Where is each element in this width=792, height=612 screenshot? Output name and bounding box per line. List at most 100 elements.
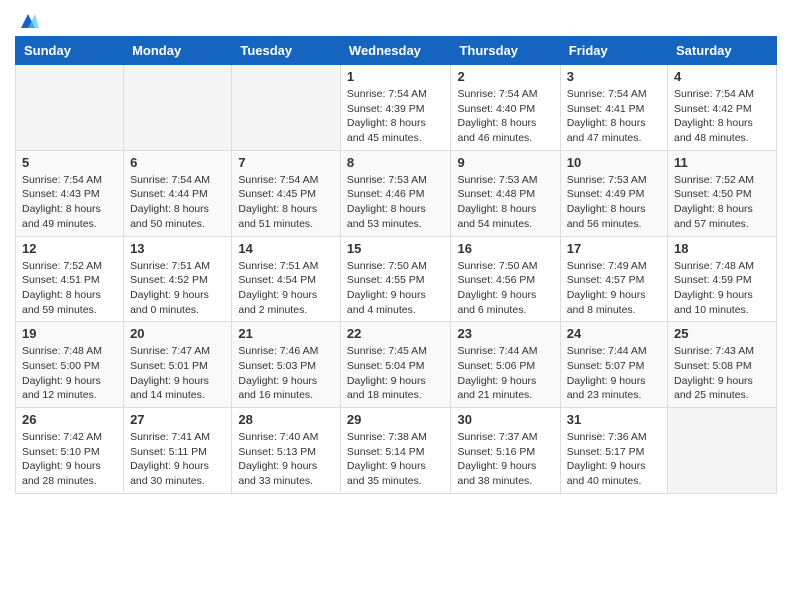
- weekday-header-friday: Friday: [560, 37, 667, 65]
- day-number: 2: [457, 69, 553, 84]
- calendar-cell: [16, 65, 124, 151]
- calendar-cell: 28 Sunrise: 7:40 AM Sunset: 5:13 PM Dayli…: [232, 408, 341, 494]
- day-number: 26: [22, 412, 117, 427]
- day-info: Sunrise: 7:54 AM Sunset: 4:42 PM Dayligh…: [674, 87, 770, 146]
- calendar-cell: 1 Sunrise: 7:54 AM Sunset: 4:39 PM Daylig…: [340, 65, 451, 151]
- calendar-cell: 9 Sunrise: 7:53 AM Sunset: 4:48 PM Daylig…: [451, 150, 560, 236]
- day-number: 27: [130, 412, 225, 427]
- calendar-cell: 29Sunrise: 7:38 AM Sunset: 5:14 PM Dayli…: [340, 408, 451, 494]
- weekday-header-saturday: Saturday: [668, 37, 777, 65]
- day-info: Sunrise: 7:52 AM Sunset: 4:51 PM Dayligh…: [22, 259, 117, 318]
- calendar-cell: 23 Sunrise: 7:44 AM Sunset: 5:06 PM Dayli…: [451, 322, 560, 408]
- day-number: 11: [674, 155, 770, 170]
- calendar-cell: 17Sunrise: 7:49 AM Sunset: 4:57 PM Dayli…: [560, 236, 667, 322]
- day-number: 4: [674, 69, 770, 84]
- day-number: 25: [674, 326, 770, 341]
- day-info: Sunrise: 7:48 AM Sunset: 4:59 PM Dayligh…: [674, 259, 770, 318]
- day-info: Sunrise: 7:54 AM Sunset: 4:39 PM Dayligh…: [347, 87, 445, 146]
- calendar-table: SundayMondayTuesdayWednesdayThursdayFrid…: [15, 36, 777, 494]
- day-number: 19: [22, 326, 117, 341]
- day-info: Sunrise: 7:47 AM Sunset: 5:01 PM Dayligh…: [130, 344, 225, 403]
- day-info: Sunrise: 7:54 AM Sunset: 4:40 PM Dayligh…: [457, 87, 553, 146]
- day-info: Sunrise: 7:45 AM Sunset: 5:04 PM Dayligh…: [347, 344, 445, 403]
- day-number: 1: [347, 69, 445, 84]
- calendar-cell: 20 Sunrise: 7:47 AM Sunset: 5:01 PM Dayli…: [124, 322, 232, 408]
- day-number: 12: [22, 241, 117, 256]
- day-number: 28: [238, 412, 334, 427]
- day-info: Sunrise: 7:48 AM Sunset: 5:00 PM Dayligh…: [22, 344, 117, 403]
- weekday-header-thursday: Thursday: [451, 37, 560, 65]
- day-number: 29: [347, 412, 445, 427]
- day-info: Sunrise: 7:53 AM Sunset: 4:49 PM Dayligh…: [567, 173, 661, 232]
- page-container: SundayMondayTuesdayWednesdayThursdayFrid…: [0, 0, 792, 504]
- day-info: Sunrise: 7:46 AM Sunset: 5:03 PM Dayligh…: [238, 344, 334, 403]
- calendar-cell: 24 Sunrise: 7:44 AM Sunset: 5:07 PM Dayli…: [560, 322, 667, 408]
- day-number: 7: [238, 155, 334, 170]
- day-info: Sunrise: 7:51 AM Sunset: 4:52 PM Dayligh…: [130, 259, 225, 318]
- day-info: Sunrise: 7:37 AM Sunset: 5:16 PM Dayligh…: [457, 430, 553, 489]
- day-number: 23: [457, 326, 553, 341]
- calendar-cell: [232, 65, 341, 151]
- day-number: 3: [567, 69, 661, 84]
- calendar-cell: 10 Sunrise: 7:53 AM Sunset: 4:49 PM Dayli…: [560, 150, 667, 236]
- calendar-cell: 18 Sunrise: 7:48 AM Sunset: 4:59 PM Dayli…: [668, 236, 777, 322]
- calendar-cell: 3 Sunrise: 7:54 AM Sunset: 4:41 PM Daylig…: [560, 65, 667, 151]
- day-number: 15: [347, 241, 445, 256]
- day-number: 21: [238, 326, 334, 341]
- day-info: Sunrise: 7:44 AM Sunset: 5:06 PM Dayligh…: [457, 344, 553, 403]
- calendar-cell: 19 Sunrise: 7:48 AM Sunset: 5:00 PM Dayli…: [16, 322, 124, 408]
- calendar-cell: 5 Sunrise: 7:54 AM Sunset: 4:43 PM Daylig…: [16, 150, 124, 236]
- calendar-cell: 27Sunrise: 7:41 AM Sunset: 5:11 PM Dayli…: [124, 408, 232, 494]
- calendar-cell: 30Sunrise: 7:37 AM Sunset: 5:16 PM Dayli…: [451, 408, 560, 494]
- day-number: 18: [674, 241, 770, 256]
- weekday-header-wednesday: Wednesday: [340, 37, 451, 65]
- day-info: Sunrise: 7:36 AM Sunset: 5:17 PM Dayligh…: [567, 430, 661, 489]
- day-info: Sunrise: 7:53 AM Sunset: 4:46 PM Dayligh…: [347, 173, 445, 232]
- logo-icon: [17, 10, 39, 32]
- logo: [15, 10, 39, 28]
- calendar-cell: 31 Sunrise: 7:36 AM Sunset: 5:17 PM Dayli…: [560, 408, 667, 494]
- calendar-cell: 4 Sunrise: 7:54 AM Sunset: 4:42 PM Daylig…: [668, 65, 777, 151]
- day-number: 10: [567, 155, 661, 170]
- calendar-cell: [668, 408, 777, 494]
- day-info: Sunrise: 7:53 AM Sunset: 4:48 PM Dayligh…: [457, 173, 553, 232]
- calendar-week-4: 19 Sunrise: 7:48 AM Sunset: 5:00 PM Dayli…: [16, 322, 777, 408]
- calendar-cell: 14 Sunrise: 7:51 AM Sunset: 4:54 PM Dayli…: [232, 236, 341, 322]
- day-info: Sunrise: 7:42 AM Sunset: 5:10 PM Dayligh…: [22, 430, 117, 489]
- day-number: 20: [130, 326, 225, 341]
- calendar-week-3: 12 Sunrise: 7:52 AM Sunset: 4:51 PM Dayli…: [16, 236, 777, 322]
- calendar-week-5: 26 Sunrise: 7:42 AM Sunset: 5:10 PM Dayli…: [16, 408, 777, 494]
- weekday-header-tuesday: Tuesday: [232, 37, 341, 65]
- day-number: 16: [457, 241, 553, 256]
- day-info: Sunrise: 7:52 AM Sunset: 4:50 PM Dayligh…: [674, 173, 770, 232]
- day-number: 22: [347, 326, 445, 341]
- day-number: 5: [22, 155, 117, 170]
- day-info: Sunrise: 7:54 AM Sunset: 4:41 PM Dayligh…: [567, 87, 661, 146]
- weekday-header-monday: Monday: [124, 37, 232, 65]
- day-info: Sunrise: 7:50 AM Sunset: 4:55 PM Dayligh…: [347, 259, 445, 318]
- calendar-cell: 8Sunrise: 7:53 AM Sunset: 4:46 PM Daylig…: [340, 150, 451, 236]
- calendar-cell: 16Sunrise: 7:50 AM Sunset: 4:56 PM Dayli…: [451, 236, 560, 322]
- weekday-header-row: SundayMondayTuesdayWednesdayThursdayFrid…: [16, 37, 777, 65]
- calendar-week-2: 5 Sunrise: 7:54 AM Sunset: 4:43 PM Daylig…: [16, 150, 777, 236]
- calendar-cell: 6Sunrise: 7:54 AM Sunset: 4:44 PM Daylig…: [124, 150, 232, 236]
- calendar-cell: 25Sunrise: 7:43 AM Sunset: 5:08 PM Dayli…: [668, 322, 777, 408]
- day-number: 31: [567, 412, 661, 427]
- calendar-cell: [124, 65, 232, 151]
- day-info: Sunrise: 7:54 AM Sunset: 4:45 PM Dayligh…: [238, 173, 334, 232]
- calendar-cell: 22 Sunrise: 7:45 AM Sunset: 5:04 PM Dayli…: [340, 322, 451, 408]
- day-info: Sunrise: 7:44 AM Sunset: 5:07 PM Dayligh…: [567, 344, 661, 403]
- day-number: 14: [238, 241, 334, 256]
- day-info: Sunrise: 7:40 AM Sunset: 5:13 PM Dayligh…: [238, 430, 334, 489]
- calendar-cell: 15 Sunrise: 7:50 AM Sunset: 4:55 PM Dayli…: [340, 236, 451, 322]
- day-number: 9: [457, 155, 553, 170]
- day-number: 17: [567, 241, 661, 256]
- calendar-cell: 11 Sunrise: 7:52 AM Sunset: 4:50 PM Dayli…: [668, 150, 777, 236]
- day-info: Sunrise: 7:51 AM Sunset: 4:54 PM Dayligh…: [238, 259, 334, 318]
- day-number: 13: [130, 241, 225, 256]
- calendar-cell: 12 Sunrise: 7:52 AM Sunset: 4:51 PM Dayli…: [16, 236, 124, 322]
- day-number: 6: [130, 155, 225, 170]
- day-number: 24: [567, 326, 661, 341]
- day-info: Sunrise: 7:54 AM Sunset: 4:43 PM Dayligh…: [22, 173, 117, 232]
- calendar-cell: 21 Sunrise: 7:46 AM Sunset: 5:03 PM Dayli…: [232, 322, 341, 408]
